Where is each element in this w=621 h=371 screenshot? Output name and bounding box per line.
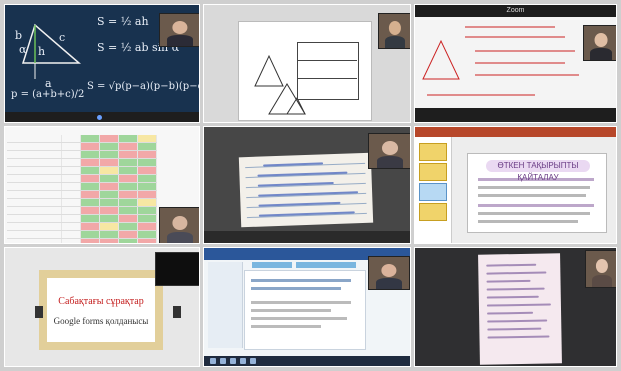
label-alpha: α: [19, 43, 27, 56]
webcam-thumbnail: [585, 250, 616, 288]
webcam-off-tile: [155, 252, 199, 286]
webcam-thumbnail: [583, 25, 616, 61]
slide-banner: ӨТКЕН ТАҚЫРЫПТЫ ҚАЙТАЛАУ: [486, 160, 590, 182]
participant-tile-screenshare[interactable]: [203, 247, 411, 367]
document-page: [238, 21, 372, 121]
slide-subtitle: Google forms қолданысы: [53, 316, 149, 326]
slide-controls-bar[interactable]: [5, 112, 199, 122]
progress-dot-icon: [97, 115, 102, 120]
video-grid: b c a h α S = ½ ah S = ½ ab sin α p = (a…: [0, 0, 621, 371]
formula-1: S = ½ ah: [97, 15, 149, 28]
ppt-ribbon: [415, 127, 616, 137]
notebook-photo: [238, 152, 374, 228]
participant-tile-notes[interactable]: Zoom: [414, 4, 617, 123]
participant-tile-notebook[interactable]: [203, 126, 411, 244]
left-handle: [35, 306, 43, 318]
webcam-thumbnail: [368, 133, 410, 169]
taskbar[interactable]: [204, 356, 410, 366]
formula-3: p = (a+b+c)/2: [11, 89, 85, 100]
side-panel[interactable]: [208, 262, 243, 348]
slide-thumbnails[interactable]: [415, 137, 452, 243]
meeting-controls[interactable]: [415, 108, 616, 122]
notebook-page: [478, 253, 562, 365]
webcam-thumbnail: [159, 207, 199, 243]
label-h: h: [38, 45, 46, 58]
participant-tile-chalkboard[interactable]: b c a h α S = ½ ah S = ½ ab sin α p = (a…: [4, 4, 200, 123]
label-b: b: [15, 29, 23, 42]
spreadsheet-grid: [7, 135, 157, 243]
participant-tile-document[interactable]: [203, 4, 411, 123]
slide-title: Сабақтағы сұрақтар: [58, 296, 144, 307]
slide-frame: Сабақтағы сұрақтар Google forms қолданыс…: [39, 270, 163, 350]
webcam-thumbnail: [159, 13, 199, 47]
meeting-controls[interactable]: [204, 231, 410, 243]
participant-tile-slide[interactable]: Сабақтағы сұрақтар Google forms қолданыс…: [4, 247, 200, 367]
webcam-thumbnail: [368, 256, 410, 290]
label-c: c: [59, 31, 66, 44]
participant-tile-notebook-pink[interactable]: [414, 247, 617, 367]
document-area: [244, 270, 366, 350]
slide-canvas: ӨТКЕН ТАҚЫРЫПТЫ ҚАЙТАЛАУ: [467, 153, 607, 233]
right-handle: [173, 306, 181, 318]
participant-tile-spreadsheet[interactable]: [4, 126, 200, 244]
participant-tile-presentation[interactable]: ӨТКЕН ТАҚЫРЫПТЫ ҚАЙТАЛАУ: [414, 126, 617, 244]
zoom-top-bar: Zoom: [415, 5, 616, 17]
webcam-thumbnail: [378, 13, 410, 49]
formula-4: S = √p(p−a)(p−b)(p−c): [87, 81, 200, 92]
table: [297, 42, 359, 100]
